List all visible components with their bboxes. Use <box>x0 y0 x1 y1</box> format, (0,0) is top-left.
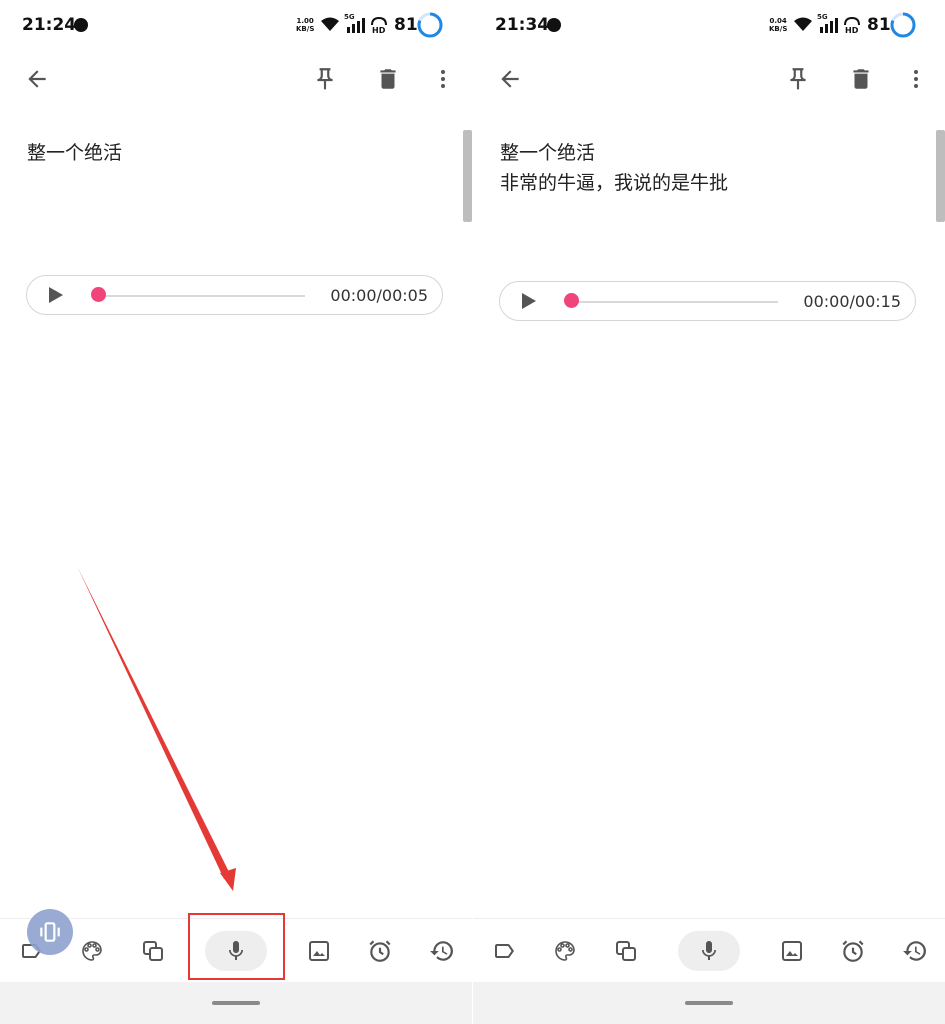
network-speed: 1.00 KB/S <box>296 17 315 33</box>
palette-button[interactable] <box>73 932 111 970</box>
alarm-icon <box>842 940 864 962</box>
status-bar: 21:34 0.04 KB/S 5G HD 81 <box>473 0 945 50</box>
note-line: 整一个绝活 <box>500 142 596 164</box>
wifi-icon <box>321 17 339 31</box>
copy-button[interactable] <box>607 932 645 970</box>
image-icon <box>782 941 802 961</box>
audio-time: 00:00/00:05 <box>330 286 428 305</box>
status-bar: 21:24 1.00 KB/S 5G HD 81 <box>0 0 472 50</box>
image-button[interactable] <box>773 932 811 970</box>
pin-icon <box>790 68 806 90</box>
audio-time: 00:00/00:15 <box>803 292 901 311</box>
back-arrow-icon <box>501 70 519 88</box>
highlight-box <box>188 913 285 980</box>
copy-button[interactable] <box>134 932 172 970</box>
note-body[interactable]: 整一个绝活 <box>27 138 122 168</box>
wifi-icon <box>794 17 812 31</box>
pin-icon <box>317 68 333 90</box>
audio-progress-track[interactable] <box>97 295 305 297</box>
scrollbar-thumb[interactable] <box>936 130 945 222</box>
bottom-toolbar <box>473 918 945 983</box>
image-icon <box>309 941 329 961</box>
history-icon <box>430 941 453 961</box>
history-button[interactable] <box>423 932 461 970</box>
history-button[interactable] <box>896 932 934 970</box>
note-line: 整一个绝活 <box>27 142 123 164</box>
copy-icon <box>616 941 636 961</box>
status-time: 21:24 <box>22 15 77 35</box>
status-time: 21:34 <box>495 15 550 35</box>
home-gesture-handle[interactable] <box>685 1001 733 1005</box>
palette-icon <box>555 941 575 961</box>
navigation-bar <box>0 982 472 1024</box>
audio-player: 00:00/00:15 <box>499 281 916 321</box>
more-options-button[interactable] <box>896 59 936 99</box>
more-vert-icon <box>914 70 918 88</box>
audio-progress-knob[interactable] <box>564 293 579 308</box>
cellular-signal-icon: 5G <box>344 13 366 34</box>
message-notification-icon <box>74 18 88 32</box>
cellular-signal-icon: 5G <box>817 13 839 34</box>
message-notification-icon <box>547 18 561 32</box>
back-button[interactable] <box>490 59 530 99</box>
play-icon[interactable] <box>522 293 536 309</box>
delete-button[interactable] <box>841 59 881 99</box>
palette-button[interactable] <box>546 932 584 970</box>
palette-icon <box>82 941 102 961</box>
play-icon[interactable] <box>49 287 63 303</box>
pin-button[interactable] <box>778 59 818 99</box>
back-button[interactable] <box>17 59 57 99</box>
delete-button[interactable] <box>368 59 408 99</box>
note-line: 非常的牛逼，我说的是牛批 <box>500 172 729 194</box>
svg-text:HD: HD <box>372 26 386 34</box>
status-icons: 5G HD <box>793 13 861 34</box>
svg-text:HD: HD <box>845 26 859 34</box>
battery-percent: 81 <box>394 15 418 35</box>
more-options-button[interactable] <box>423 59 463 99</box>
reminder-button[interactable] <box>834 932 872 970</box>
left-screen: 21:24 1.00 KB/S 5G HD 81 整一个绝活 00:00/00:… <box>0 0 472 1024</box>
voice-record-button[interactable] <box>678 931 740 971</box>
image-button[interactable] <box>300 932 338 970</box>
audio-progress-track[interactable] <box>570 301 778 303</box>
battery-percent: 81 <box>867 15 891 35</box>
network-speed: 0.04 KB/S <box>769 17 788 33</box>
alarm-icon <box>369 940 391 962</box>
mic-icon <box>702 941 716 960</box>
navigation-bar <box>473 982 945 1024</box>
battery-ring-icon <box>417 12 443 38</box>
vibrate-icon <box>40 922 60 942</box>
audio-progress-knob[interactable] <box>91 287 106 302</box>
floating-assist-button[interactable] <box>27 909 73 955</box>
label-button[interactable] <box>485 932 523 970</box>
copy-icon <box>143 941 163 961</box>
audio-player: 00:00/00:05 <box>26 275 443 315</box>
hd-voice-icon: HD <box>371 16 387 34</box>
home-gesture-handle[interactable] <box>212 1001 260 1005</box>
trash-icon <box>853 69 869 89</box>
reminder-button[interactable] <box>361 932 399 970</box>
battery-ring-icon <box>890 12 916 38</box>
status-icons: 5G HD <box>320 13 388 34</box>
back-arrow-icon <box>28 70 46 88</box>
history-icon <box>903 941 926 961</box>
more-vert-icon <box>441 70 445 88</box>
hd-voice-icon: HD <box>844 16 860 34</box>
pin-button[interactable] <box>305 59 345 99</box>
note-body[interactable]: 整一个绝活 非常的牛逼，我说的是牛批 <box>500 138 728 198</box>
trash-icon <box>380 69 396 89</box>
right-screen: 21:34 0.04 KB/S 5G HD 81 整一个绝活 非常的牛逼，我说的… <box>473 0 945 1024</box>
label-icon <box>495 944 514 958</box>
scrollbar-thumb[interactable] <box>463 130 472 222</box>
